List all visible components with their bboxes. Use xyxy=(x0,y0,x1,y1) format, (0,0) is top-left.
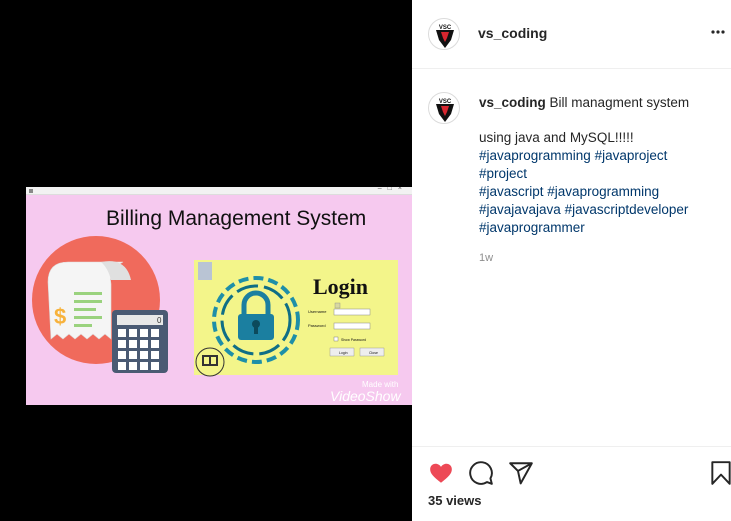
vsc-logo-icon: VSC xyxy=(436,25,454,48)
hashtag-link[interactable]: #javaprogramming xyxy=(547,184,659,199)
post-image[interactable]: –□× Billing Management System $ 0 Login … xyxy=(26,187,412,405)
hashtag-link[interactable]: #javascript xyxy=(479,184,544,199)
more-horizontal-icon xyxy=(711,30,725,34)
share-button[interactable] xyxy=(508,460,534,486)
more-options-button[interactable] xyxy=(708,22,731,46)
paper-plane-icon xyxy=(509,462,533,485)
password-field xyxy=(333,322,371,330)
comment-icon xyxy=(469,461,493,485)
doc-icon xyxy=(198,262,212,280)
dollar-sign: $ xyxy=(54,304,66,329)
hashtag-link[interactable]: #javaprogrammer xyxy=(479,220,585,235)
calculator-icon: 0 xyxy=(112,310,168,373)
save-button[interactable] xyxy=(708,460,731,486)
heart-filled-icon xyxy=(430,463,452,483)
close-button-label: Close xyxy=(369,351,378,355)
login-title: Login xyxy=(313,274,368,299)
password-label: Password xyxy=(308,323,326,328)
hashtag-link[interactable]: #javascriptdeveloper xyxy=(565,202,689,217)
billing-illustration: $ 0 Login Username Password Show Passwor… xyxy=(32,236,401,404)
header-username[interactable]: vs_coding xyxy=(478,25,547,41)
hashtag-link[interactable]: #javaprogramming xyxy=(479,148,591,163)
post-time-ago[interactable]: 1w xyxy=(479,252,493,264)
views-count[interactable]: 35 views xyxy=(428,493,482,508)
hashtag-link[interactable]: #javajavajava xyxy=(479,202,561,217)
calc-display: 0 xyxy=(157,316,162,325)
post-caption: vs_coding Bill managment system using ja… xyxy=(479,94,719,237)
caption-avatar[interactable]: VSC xyxy=(428,92,460,124)
svg-text:VSC: VSC xyxy=(439,99,452,105)
caption-line1: Bill managment system xyxy=(549,95,690,110)
show-password-checkbox xyxy=(333,336,339,342)
show-password-label: Show Password xyxy=(341,338,366,342)
like-button[interactable] xyxy=(428,460,454,486)
hashtag-link[interactable]: #project xyxy=(479,166,527,181)
login-button-label: Login xyxy=(339,351,348,355)
bookmark-icon xyxy=(711,461,731,485)
caption-username[interactable]: vs_coding xyxy=(479,95,546,110)
media-area: –□× Billing Management System $ 0 Login … xyxy=(0,0,412,521)
username-field xyxy=(333,308,371,316)
post-header: VSC vs_coding xyxy=(412,0,731,69)
username-label: Username xyxy=(308,309,327,314)
hashtag-link[interactable]: #javaproject xyxy=(595,148,668,163)
watermark-line2: VideoShow xyxy=(330,388,401,404)
vsc-logo-icon: VSC xyxy=(436,99,454,122)
svg-text:VSC: VSC xyxy=(439,25,452,31)
caption-line2: using java and MySQL!!!!! xyxy=(479,130,634,145)
comment-button[interactable] xyxy=(468,460,494,486)
avatar[interactable]: VSC xyxy=(428,18,460,50)
server-icon xyxy=(195,347,225,377)
post-sidebar: VSC vs_coding VSC vs_coding Bill managme… xyxy=(412,0,731,521)
post-actions: 35 views xyxy=(412,446,731,521)
